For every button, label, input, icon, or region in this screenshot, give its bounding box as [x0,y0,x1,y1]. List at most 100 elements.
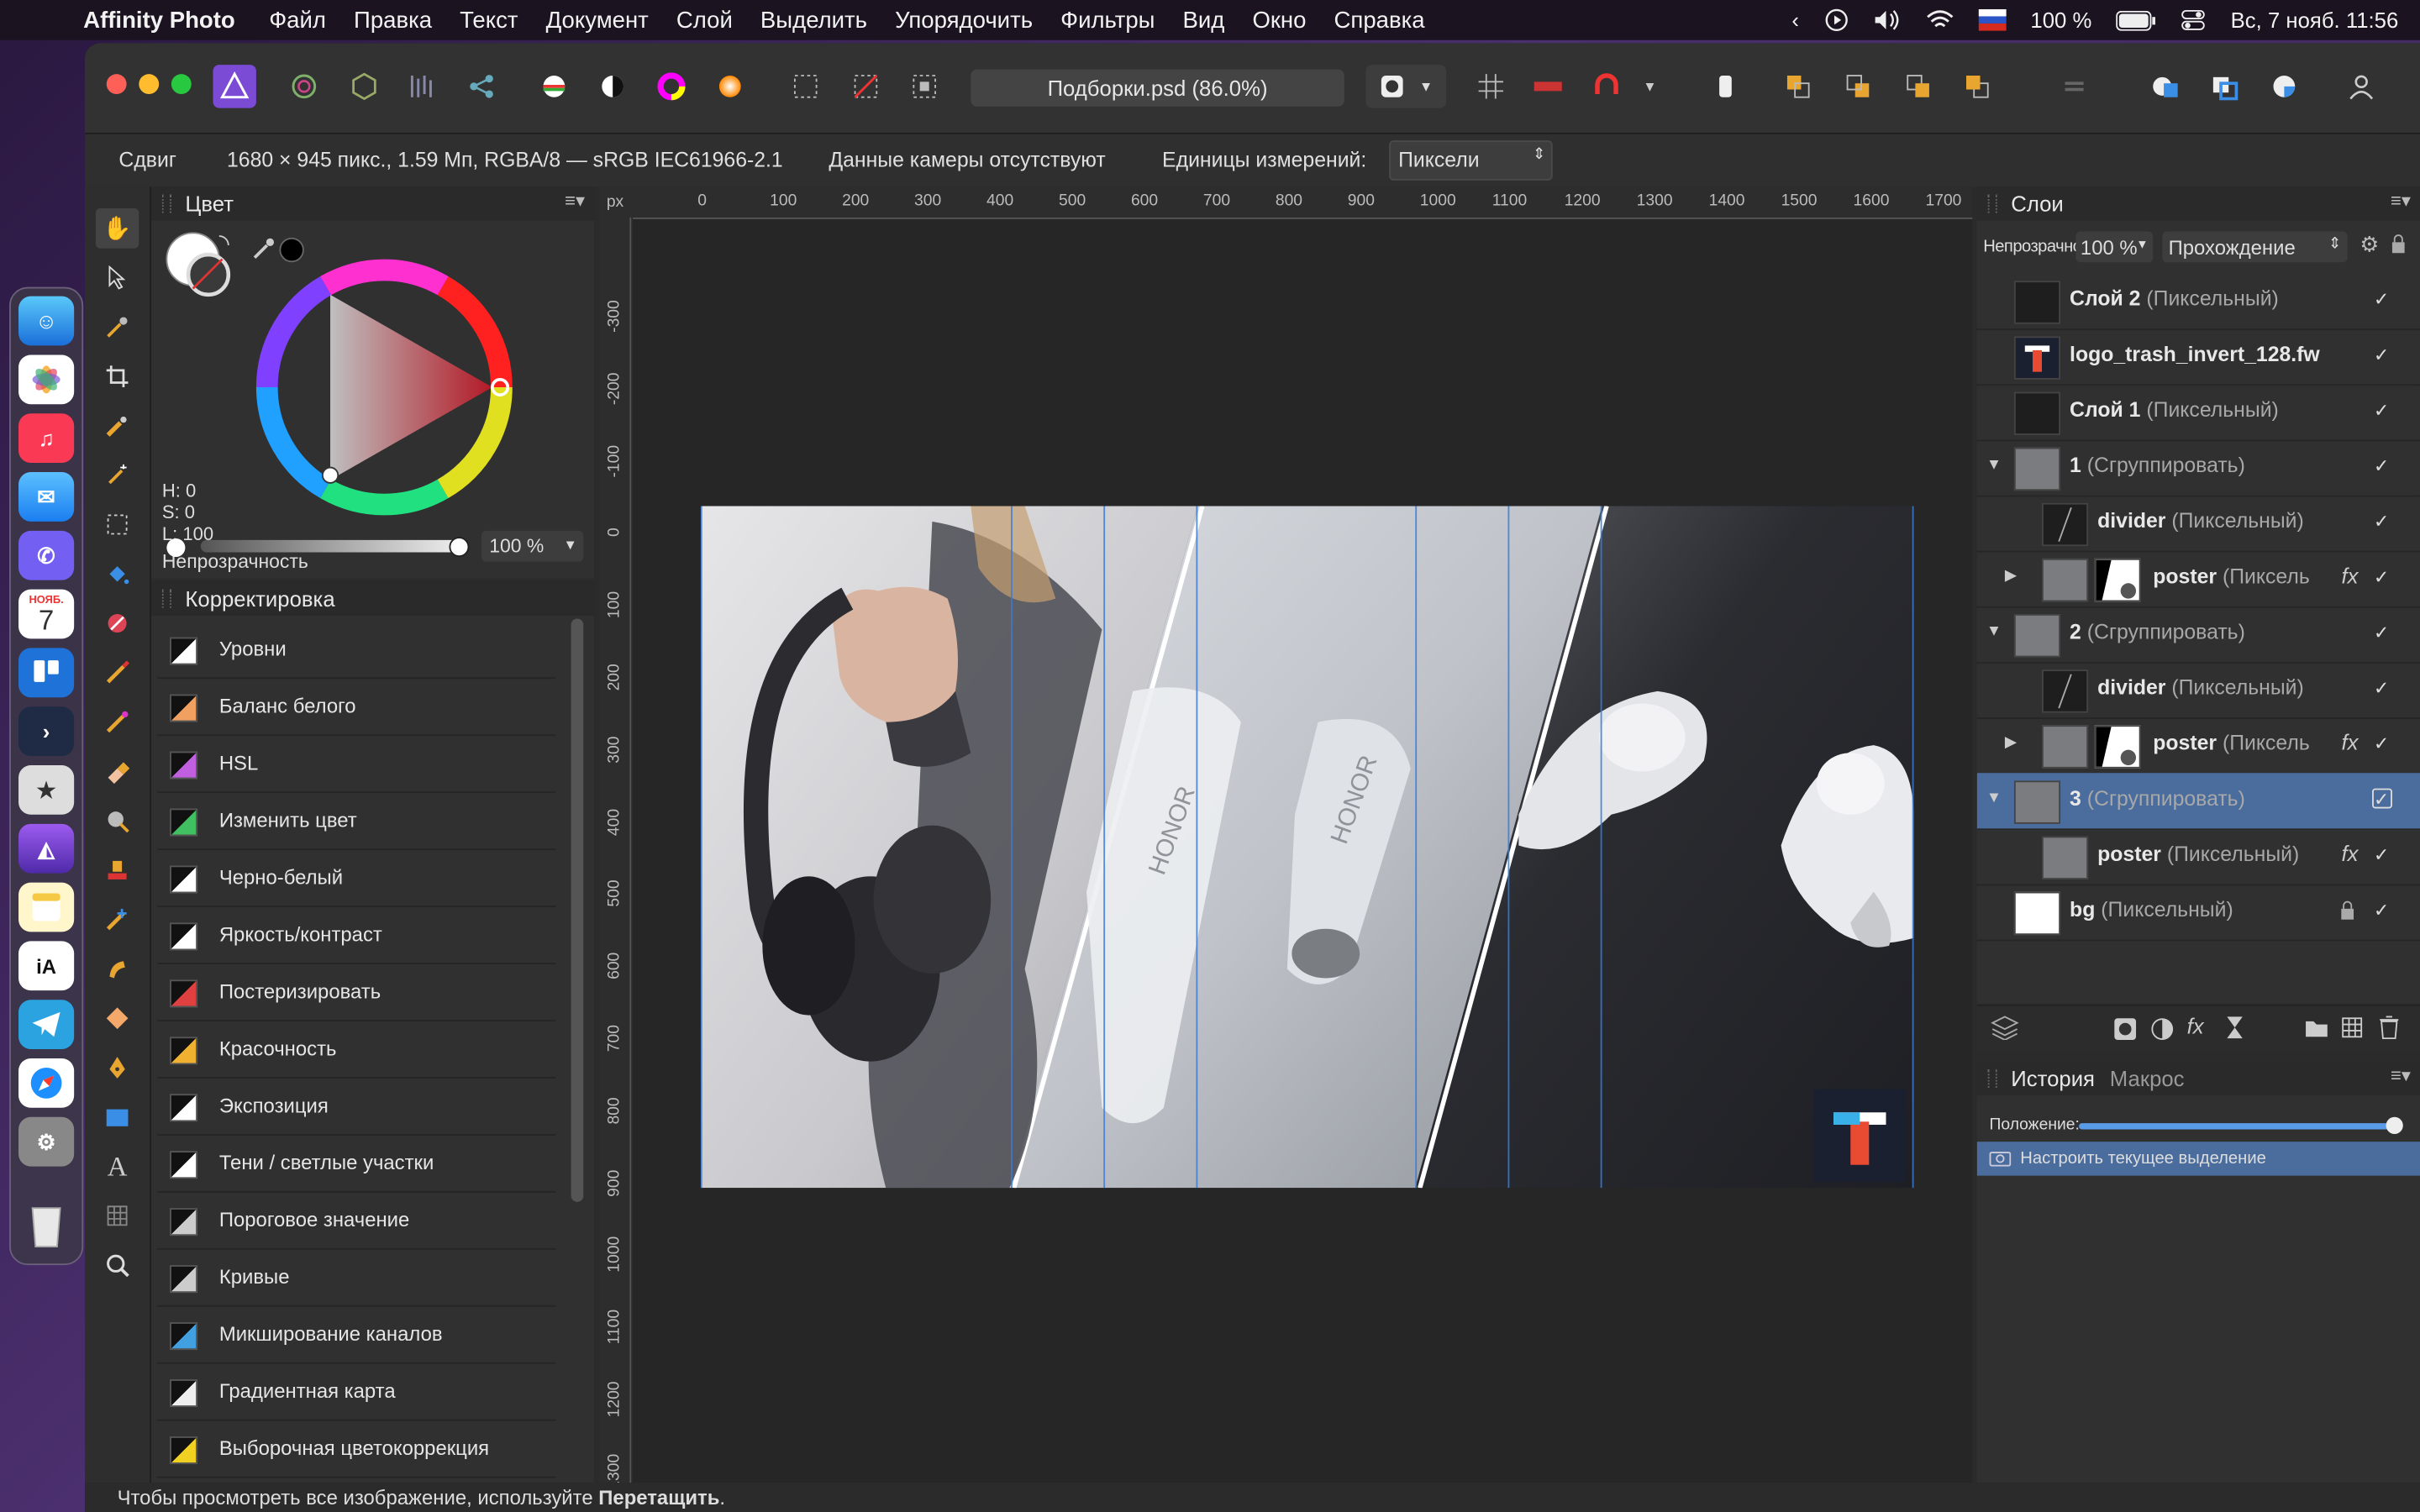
ia-writer-icon[interactable]: iA [18,941,75,991]
visibility-checkbox[interactable]: ✓ [2372,788,2392,809]
selection-brush-tool-icon[interactable] [96,406,139,446]
menu-document[interactable]: Документ [546,7,649,33]
view-hand-tool-icon[interactable]: ✋ [95,207,139,249]
adjustment-item[interactable]: Черно-белый [157,850,556,907]
layer-row[interactable]: ▼ 1 (Сгруппировать) ✓ [1976,439,2420,497]
fx-icon[interactable]: fx [2187,1014,2204,1038]
adjustment-item[interactable]: Постеризировать [157,964,556,1021]
zoom-tool-icon[interactable] [96,1245,139,1285]
flood-fill-tool-icon[interactable] [96,554,139,594]
guide-line[interactable] [1011,506,1013,1189]
boolean-intersect-icon[interactable] [2264,65,2307,108]
visibility-checkbox[interactable]: ✓ [2374,457,2392,475]
gear-icon[interactable]: ⚙ [2360,232,2379,258]
dodge-tool-icon[interactable] [96,998,139,1038]
adjustment-layer-icon[interactable] [2150,1016,2175,1049]
layer-row[interactable]: divider (Пиксельный) ✓ [1976,662,2420,719]
app-menu[interactable]: Affinity Photo [83,7,235,33]
adjustment-item[interactable]: HSL [157,736,556,794]
auto-contrast-icon[interactable] [591,65,634,108]
calendar-icon[interactable]: НОЯБ. 7 [18,589,75,639]
layer-row[interactable]: ▶ poster (Пиксель fx ✓ [1976,717,2420,775]
layer-row[interactable]: poster (Пиксельный) fx ✓ [1976,828,2420,886]
fill-stroke-swatches[interactable] [164,230,241,301]
adjustment-item[interactable]: Пороговое значение [157,1193,556,1250]
marquee-tool-icon[interactable] [96,505,139,545]
add-pixel-layer-icon[interactable] [2341,1016,2363,1046]
adjustment-item[interactable]: Красочность [157,1021,556,1079]
adjustment-item[interactable]: Изменить цвет [157,793,556,851]
invert-selection-icon[interactable] [902,65,945,108]
guide-line[interactable] [700,506,702,1189]
adjustment-item[interactable]: Микширование каналов [157,1307,556,1364]
arrange-front-icon[interactable] [1955,65,1998,108]
deselect-icon[interactable] [844,65,887,108]
flood-select-tool-icon[interactable] [96,455,139,496]
document-canvas[interactable]: HONOR HONOR [700,506,1914,1189]
volume-icon[interactable] [1873,9,1901,31]
affinity-photo-dock-icon[interactable]: ◭ [18,823,75,874]
control-center-icon[interactable] [2181,9,2206,31]
adjustment-item[interactable]: Выборочная цветокоррекция [157,1421,556,1478]
layer-row[interactable]: divider (Пиксельный) ✓ [1976,496,2420,553]
tone-mapping-persona-icon[interactable] [402,65,445,108]
zoom-window-button[interactable] [171,74,192,95]
color-picker-tool-icon[interactable] [96,307,139,348]
layer-row[interactable]: ▼ 3 (Сгруппировать) ✓ [1976,773,2420,831]
move-tool-icon[interactable] [96,258,139,298]
menu-filters[interactable]: Фильтры [1060,7,1155,33]
history-entry[interactable]: Настроить текущее выделение [1976,1142,2420,1176]
history-slider[interactable] [2079,1123,2394,1130]
adjustment-scrollbar[interactable] [571,618,584,1202]
photos-icon[interactable] [18,354,75,405]
finder-icon[interactable]: ☺ [18,296,75,346]
boolean-add-icon[interactable] [2144,65,2186,108]
menu-view[interactable]: Вид [1183,7,1225,33]
menu-edit[interactable]: Правка [354,7,432,33]
blend-mode-select[interactable]: Прохождение ⇕ [2162,231,2348,263]
layer-opacity-field[interactable]: 100 % ▼ [2075,231,2154,263]
erase-brush-tool-icon[interactable] [96,751,139,791]
layer-row[interactable]: Слой 1 (Пиксельный) ✓ [1976,384,2420,442]
horizontal-ruler[interactable]: 0 100 200 300 400 500 600 700 800 900 1000 1100 1200… [633,186,1973,219]
clock[interactable]: Вс, 7 нояб. 11:56 [2231,8,2399,32]
adjustment-item[interactable]: Градиентная карта [157,1364,556,1421]
guide-line[interactable] [1415,506,1418,1189]
mesh-warp-tool-icon[interactable] [96,1195,139,1236]
opacity-slider[interactable] [200,539,460,553]
visibility-checkbox[interactable]: ✓ [2374,623,2392,642]
visibility-checkbox[interactable]: ✓ [2374,679,2392,697]
paint-brush-tool-icon[interactable] [96,653,139,693]
mask-layer-icon[interactable] [2112,1016,2137,1049]
viber-icon[interactable]: ✆ [18,530,75,580]
guide-line[interactable] [1912,506,1914,1189]
layer-row[interactable]: bg (Пиксельный) ✓ [1976,884,2420,942]
layer-row[interactable]: ▼ 2 (Сгруппировать) ✓ [1976,606,2420,664]
notes-icon[interactable] [18,882,75,932]
menu-arrange[interactable]: Упорядочить [895,7,1033,33]
music-icon[interactable]: ♫ [18,413,75,464]
visibility-checkbox[interactable]: ✓ [2374,345,2392,364]
adjustment-item[interactable]: Экспозиция [157,1079,556,1136]
collapse-triangle-icon[interactable]: ▼ [1986,790,2002,806]
visibility-checkbox[interactable]: ✓ [2374,290,2392,308]
close-window-button[interactable] [106,74,127,95]
menu-text[interactable]: Текст [460,7,518,33]
develop-persona-icon[interactable] [343,65,386,108]
boolean-subtract-icon[interactable] [2204,65,2247,108]
adjustment-item[interactable]: Баланс белого [157,679,556,737]
terminal-app-icon[interactable]: › [18,706,75,756]
snapping-dropdown-icon[interactable]: ▼ [1628,65,1671,108]
panel-menu-icon[interactable]: ≡▾ [2391,1064,2411,1086]
pen-tool-icon[interactable] [96,1047,139,1088]
visibility-checkbox[interactable]: ✓ [2374,568,2392,586]
layer-row[interactable]: Слой 2 (Пиксельный) ✓ [1976,273,2420,331]
telegram-icon[interactable] [18,1000,75,1049]
color-replacement-tool-icon[interactable] [96,702,139,743]
menu-window[interactable]: Окно [1252,7,1306,33]
icloud-icon[interactable]: ★ [18,765,75,815]
layers-stack-icon[interactable] [1990,1016,2021,1048]
lock-icon[interactable] [2391,233,2406,259]
histogram-icon[interactable] [533,65,576,108]
visibility-checkbox[interactable]: ✓ [2374,512,2392,531]
